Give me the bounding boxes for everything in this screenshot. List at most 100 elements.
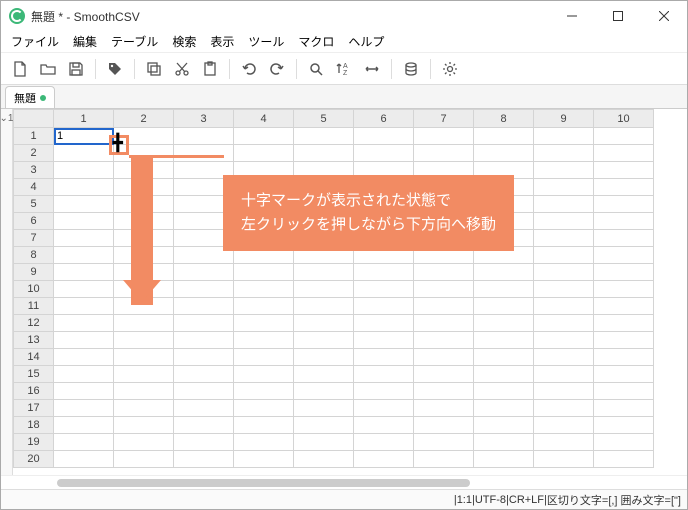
row-header[interactable]: 13: [14, 332, 54, 349]
grid-cell[interactable]: [534, 451, 594, 468]
grid-cell[interactable]: [54, 281, 114, 298]
grid-cell[interactable]: [594, 247, 654, 264]
grid-cell[interactable]: [54, 366, 114, 383]
grid-cell[interactable]: [114, 434, 174, 451]
row-header[interactable]: 19: [14, 434, 54, 451]
grid-cell[interactable]: [594, 196, 654, 213]
grid-cell[interactable]: [114, 264, 174, 281]
grid-cell[interactable]: [174, 400, 234, 417]
grid-cell[interactable]: [594, 213, 654, 230]
grid-cell[interactable]: [354, 451, 414, 468]
grid-cell[interactable]: [414, 315, 474, 332]
grid-cell[interactable]: [174, 179, 234, 196]
grid-cell[interactable]: [234, 451, 294, 468]
row-header[interactable]: 8: [14, 247, 54, 264]
grid-cell[interactable]: [534, 281, 594, 298]
column-header[interactable]: 5: [294, 110, 354, 128]
grid-cell[interactable]: [54, 162, 114, 179]
grid-cell[interactable]: [534, 332, 594, 349]
grid-cell[interactable]: [114, 400, 174, 417]
grid-cell[interactable]: [594, 264, 654, 281]
grid-cell[interactable]: [354, 315, 414, 332]
row-header[interactable]: 5: [14, 196, 54, 213]
grid-cell[interactable]: [534, 400, 594, 417]
grid-cell[interactable]: [474, 230, 534, 247]
grid-cell[interactable]: [414, 213, 474, 230]
grid-cell[interactable]: [414, 230, 474, 247]
grid-cell[interactable]: [594, 162, 654, 179]
row-header[interactable]: 9: [14, 264, 54, 281]
grid-cell[interactable]: [114, 213, 174, 230]
grid-cell[interactable]: [174, 281, 234, 298]
grid-cell[interactable]: [54, 434, 114, 451]
grid-cell[interactable]: [114, 451, 174, 468]
grid-cell[interactable]: [174, 196, 234, 213]
grid-cell[interactable]: [114, 179, 174, 196]
grid-cell[interactable]: [54, 349, 114, 366]
grid-cell[interactable]: [354, 145, 414, 162]
grid-cell[interactable]: [474, 400, 534, 417]
grid-cell[interactable]: [234, 281, 294, 298]
grid-cell[interactable]: [54, 179, 114, 196]
grid-cell[interactable]: [534, 349, 594, 366]
grid-cell[interactable]: [234, 332, 294, 349]
grid-cell[interactable]: [474, 298, 534, 315]
column-header[interactable]: 9: [534, 110, 594, 128]
spreadsheet-viewport[interactable]: 1234567891011234567891011121314151617181…: [13, 109, 687, 475]
grid-cell[interactable]: [354, 264, 414, 281]
row-header[interactable]: 18: [14, 417, 54, 434]
grid-cell[interactable]: [234, 230, 294, 247]
grid-cell[interactable]: [354, 298, 414, 315]
grid-cell[interactable]: [474, 315, 534, 332]
grid-cell[interactable]: [54, 145, 114, 162]
grid-cell[interactable]: [534, 179, 594, 196]
grid-cell[interactable]: [474, 196, 534, 213]
maximize-button[interactable]: [595, 1, 641, 31]
grid-cell[interactable]: [594, 315, 654, 332]
grid-cell[interactable]: [54, 383, 114, 400]
menu-help[interactable]: ヘルプ: [342, 31, 390, 52]
menu-search[interactable]: 検索: [166, 31, 202, 52]
grid-cell[interactable]: [474, 383, 534, 400]
grid-cell[interactable]: [414, 247, 474, 264]
grid-cell[interactable]: [594, 145, 654, 162]
grid-cell[interactable]: [294, 213, 354, 230]
grid-cell[interactable]: [114, 128, 174, 145]
grid-cell[interactable]: [54, 213, 114, 230]
grid-cell[interactable]: [534, 264, 594, 281]
grid-cell[interactable]: [534, 145, 594, 162]
grid-cell[interactable]: [54, 400, 114, 417]
grid-cell[interactable]: [594, 298, 654, 315]
grid-cell[interactable]: [174, 332, 234, 349]
paste-button[interactable]: [197, 56, 223, 82]
grid-cell[interactable]: [234, 417, 294, 434]
grid-cell[interactable]: [234, 247, 294, 264]
grid-cell[interactable]: [594, 332, 654, 349]
grid-cell[interactable]: [54, 264, 114, 281]
grid-cell[interactable]: [414, 281, 474, 298]
grid-cell[interactable]: [234, 213, 294, 230]
grid-cell[interactable]: [294, 349, 354, 366]
menu-view[interactable]: 表示: [204, 31, 240, 52]
grid-cell[interactable]: [174, 349, 234, 366]
grid-cell[interactable]: [474, 264, 534, 281]
grid-cell[interactable]: [294, 383, 354, 400]
menu-table[interactable]: テーブル: [105, 31, 164, 52]
grid-cell[interactable]: [294, 264, 354, 281]
grid-cell[interactable]: [294, 451, 354, 468]
grid-cell[interactable]: [594, 383, 654, 400]
grid-cell[interactable]: [174, 366, 234, 383]
grid-cell[interactable]: [594, 281, 654, 298]
grid-cell[interactable]: [114, 247, 174, 264]
row-header[interactable]: 20: [14, 451, 54, 468]
grid-cell[interactable]: [294, 162, 354, 179]
grid-cell[interactable]: [54, 196, 114, 213]
grid-cell[interactable]: [114, 230, 174, 247]
grid-cell[interactable]: [294, 366, 354, 383]
settings-button[interactable]: [437, 56, 463, 82]
grid-cell[interactable]: [234, 315, 294, 332]
column-header[interactable]: 3: [174, 110, 234, 128]
grid-cell[interactable]: [414, 162, 474, 179]
grid-cell[interactable]: [474, 366, 534, 383]
grid-cell[interactable]: [114, 315, 174, 332]
